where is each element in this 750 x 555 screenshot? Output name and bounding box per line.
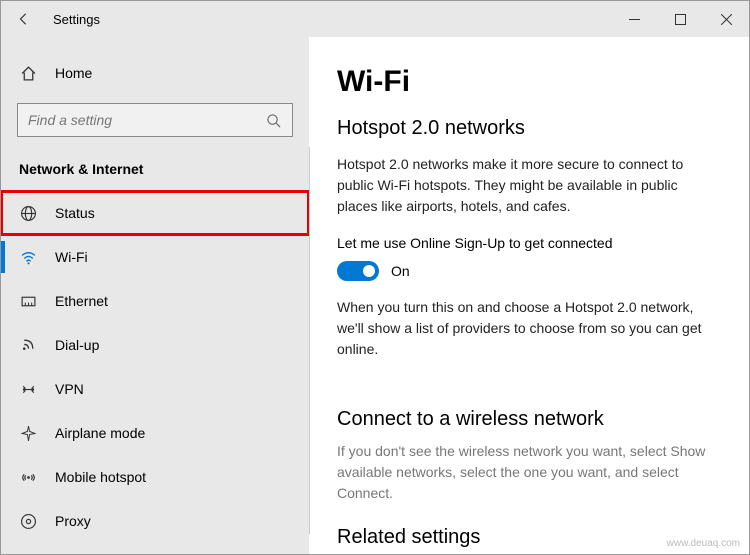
sidebar-item-vpn[interactable]: VPN — [1, 367, 309, 411]
search-icon — [264, 111, 282, 129]
toggle-label: Let me use Online Sign-Up to get connect… — [337, 235, 721, 251]
sidebar-home[interactable]: Home — [1, 53, 309, 93]
divider — [309, 147, 310, 534]
titlebar: Settings — [1, 1, 749, 37]
section-description: Hotspot 2.0 networks make it more secure… — [337, 154, 721, 217]
watermark: www.deuaq.com — [667, 538, 740, 549]
home-icon — [19, 64, 37, 82]
ethernet-icon — [19, 292, 37, 310]
sidebar-category: Network & Internet — [1, 153, 309, 191]
close-button[interactable] — [703, 1, 749, 37]
maximize-button[interactable] — [657, 1, 703, 37]
sidebar-item-hotspot[interactable]: Mobile hotspot — [1, 455, 309, 499]
minimize-button[interactable] — [611, 1, 657, 37]
settings-window: Settings Home Network — [0, 0, 750, 555]
section-heading: Related settings — [337, 526, 721, 549]
sidebar-item-label: Airplane mode — [55, 425, 145, 441]
window-title: Settings — [53, 12, 100, 27]
wifi-icon — [19, 248, 37, 266]
sidebar-item-ethernet[interactable]: Ethernet — [1, 279, 309, 323]
sidebar-item-label: Proxy — [55, 513, 91, 529]
sidebar-item-dialup[interactable]: Dial-up — [1, 323, 309, 367]
dialup-icon — [19, 336, 37, 354]
vpn-icon — [19, 380, 37, 398]
page-title: Wi-Fi — [337, 65, 721, 99]
minimize-icon — [629, 14, 640, 25]
sidebar-item-label: Wi-Fi — [55, 249, 88, 265]
content-pane: Wi-Fi Hotspot 2.0 networks Hotspot 2.0 n… — [309, 37, 749, 554]
hotspot-icon — [19, 468, 37, 486]
search-input[interactable] — [28, 112, 264, 128]
back-button[interactable] — [15, 12, 33, 26]
maximize-icon — [675, 14, 686, 25]
search-box[interactable] — [17, 103, 293, 137]
sidebar-item-label: Dial-up — [55, 337, 99, 353]
sidebar: Home Network & Internet Status Wi-Fi — [1, 37, 309, 554]
sidebar-item-label: Mobile hotspot — [55, 469, 146, 485]
sidebar-item-proxy[interactable]: Proxy — [1, 499, 309, 543]
airplane-icon — [19, 424, 37, 442]
sidebar-item-label: VPN — [55, 381, 84, 397]
sidebar-item-status[interactable]: Status — [1, 191, 309, 235]
section-heading: Hotspot 2.0 networks — [337, 117, 721, 140]
sidebar-item-label: Ethernet — [55, 293, 108, 309]
sidebar-item-wifi[interactable]: Wi-Fi — [1, 235, 309, 279]
sidebar-item-airplane[interactable]: Airplane mode — [1, 411, 309, 455]
globe-icon — [19, 204, 37, 222]
arrow-left-icon — [17, 12, 31, 26]
section-heading: Connect to a wireless network — [337, 408, 721, 431]
home-label: Home — [55, 65, 92, 81]
toggle-state: On — [391, 263, 410, 279]
section-description: If you don't see the wireless network yo… — [337, 441, 721, 504]
sidebar-item-label: Status — [55, 205, 95, 221]
close-icon — [721, 14, 732, 25]
proxy-icon — [19, 512, 37, 530]
section-description: When you turn this on and choose a Hotsp… — [337, 297, 721, 360]
online-signup-toggle[interactable] — [337, 261, 379, 281]
